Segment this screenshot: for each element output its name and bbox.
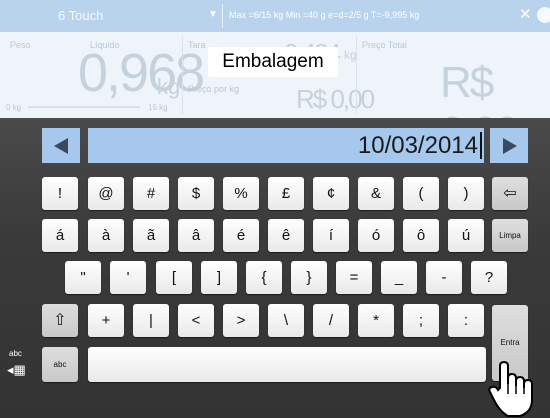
key[interactable]: é [223, 219, 259, 252]
peso-label: Peso [10, 40, 31, 50]
range-min: 0 kg [6, 103, 22, 112]
scale-specs: Max =6/15 kg Min =40 g e=d=2/5 g T=-9,99… [229, 10, 420, 20]
key[interactable]: > [223, 304, 259, 337]
key[interactable]: à [88, 219, 124, 252]
key[interactable]: + [88, 304, 124, 337]
top-bar: 6 Touch ▼ Max =6/15 kg Min =40 g e=d=2/5… [0, 0, 550, 32]
key[interactable]: < [178, 304, 214, 337]
key[interactable]: @ [88, 177, 124, 210]
date-field[interactable]: 10/03/2014 [88, 128, 484, 163]
key[interactable]: ê [268, 219, 304, 252]
key[interactable]: ) [448, 177, 484, 210]
side-abc-label[interactable]: abc [9, 349, 22, 358]
key[interactable]: # [133, 177, 169, 210]
key[interactable]: % [223, 177, 259, 210]
key[interactable]: á [42, 219, 78, 252]
key[interactable]: ô [403, 219, 439, 252]
right-arrow-icon[interactable] [490, 128, 528, 163]
key[interactable]: | [133, 304, 169, 337]
key[interactable]: " [65, 261, 101, 294]
device-dropdown-icon: ▼ [208, 9, 218, 20]
range-max: 15 kg [148, 103, 168, 112]
abc-button[interactable]: abc [42, 347, 78, 382]
key[interactable]: £ [268, 177, 304, 210]
key[interactable]: } [291, 261, 327, 294]
tara-label: Tara [188, 40, 206, 50]
space-bar[interactable] [88, 347, 486, 382]
hand-cursor-icon [488, 360, 533, 417]
close-icon: ✕ [519, 6, 532, 23]
key[interactable]: ( [403, 177, 439, 210]
backspace-icon[interactable]: ⇦ [492, 177, 528, 210]
shift-icon[interactable]: ⇧ [42, 304, 78, 337]
liquido-unit: kg [157, 74, 181, 99]
key[interactable]: $ [178, 177, 214, 210]
date-input-row: 10/03/2014 [42, 128, 528, 163]
divider [356, 36, 357, 114]
divider [182, 36, 183, 114]
key[interactable]: \ [268, 304, 304, 337]
key[interactable]: ! [42, 177, 78, 210]
key[interactable]: ¢ [313, 177, 349, 210]
preco-kg-label: Preço por kg [188, 84, 240, 94]
key[interactable]: ã [133, 219, 169, 252]
key[interactable]: ú [448, 219, 484, 252]
keyboard-layout-icon[interactable]: ◂▦ [7, 362, 26, 378]
key[interactable]: ? [471, 261, 507, 294]
preco-kg-value: R$ 0,00 [296, 84, 375, 114]
key[interactable]: * [358, 304, 394, 337]
preco-total-label: Preço Total [362, 40, 407, 50]
left-arrow-icon[interactable] [42, 128, 80, 163]
key[interactable]: í [313, 219, 349, 252]
key[interactable]: : [448, 304, 484, 337]
liquido-value: 0,968 [78, 43, 205, 103]
key[interactable]: / [313, 304, 349, 337]
key[interactable]: & [358, 177, 394, 210]
weight-range-bar [28, 106, 140, 108]
key[interactable]: = [336, 261, 372, 294]
key[interactable]: - [426, 261, 462, 294]
text-caret [480, 132, 482, 159]
key[interactable]: ] [201, 261, 237, 294]
key[interactable]: ó [358, 219, 394, 252]
key[interactable]: ' [110, 261, 146, 294]
divider [222, 4, 223, 28]
key[interactable]: â [178, 219, 214, 252]
dialog-title: Embalagem [208, 47, 338, 77]
device-name: 6 Touch [58, 8, 104, 23]
key[interactable]: [ [156, 261, 192, 294]
key[interactable]: _ [381, 261, 417, 294]
key[interactable]: ; [403, 304, 439, 337]
key[interactable]: { [246, 261, 282, 294]
power-icon [537, 7, 550, 23]
tara-unit: kg [344, 48, 357, 62]
limpa-button[interactable]: Limpa [492, 219, 528, 252]
